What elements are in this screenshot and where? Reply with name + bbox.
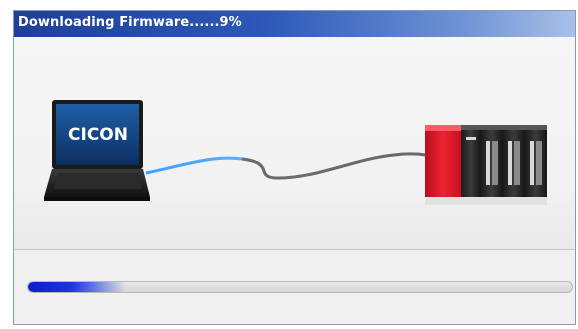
- progress-area: [14, 250, 575, 324]
- connection-illustration: CICON: [44, 100, 547, 205]
- plc-rack-icon: [425, 125, 547, 205]
- illustration-panel: CICON: [14, 37, 575, 249]
- cable-icon: [145, 152, 427, 180]
- laptop-screen-text: CICON: [68, 125, 128, 145]
- title-bar: Downloading Firmware......9%: [14, 11, 575, 37]
- laptop-icon: CICON: [44, 100, 150, 201]
- progress-bar: [27, 281, 573, 293]
- firmware-download-dialog: Downloading Firmware......9% CICON: [13, 10, 576, 325]
- progress-fill: [28, 282, 126, 292]
- window-title: Downloading Firmware......9%: [18, 15, 242, 30]
